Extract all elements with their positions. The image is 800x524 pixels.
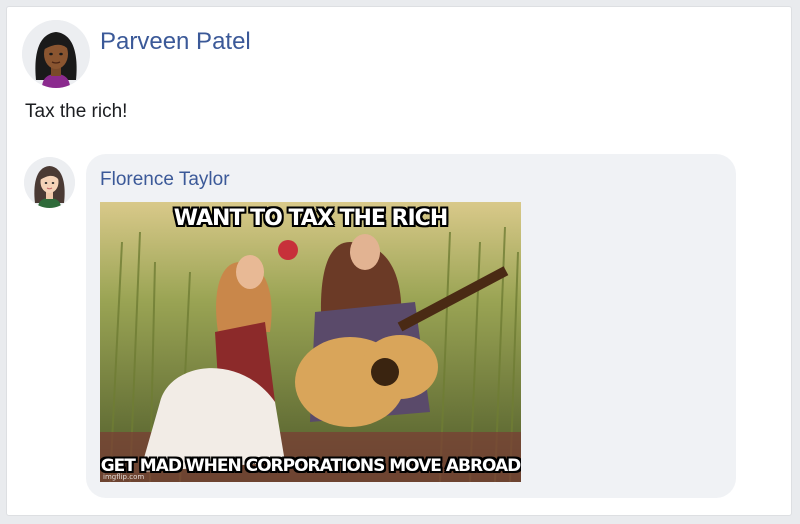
meme-bottom-text: GET MAD WHEN CORPORATIONS MOVE ABROAD [100, 456, 521, 476]
meme-watermark: imgflip.com [103, 473, 145, 481]
woman-avatar-icon [24, 157, 75, 208]
comment-author-name[interactable]: Florence Taylor [100, 169, 230, 191]
woman-avatar-icon [22, 20, 90, 88]
comment-author-avatar[interactable] [24, 157, 75, 208]
meme-image[interactable]: WANT TO TAX THE RICH GET MAD WHEN CORPOR… [100, 202, 521, 482]
post-author-avatar[interactable] [22, 20, 90, 88]
post-author-name[interactable]: Parveen Patel [100, 28, 251, 56]
meme-top-text: WANT TO TAX THE RICH [173, 206, 449, 231]
post-text: Tax the rich! [25, 101, 128, 122]
meme-photo [100, 202, 521, 482]
